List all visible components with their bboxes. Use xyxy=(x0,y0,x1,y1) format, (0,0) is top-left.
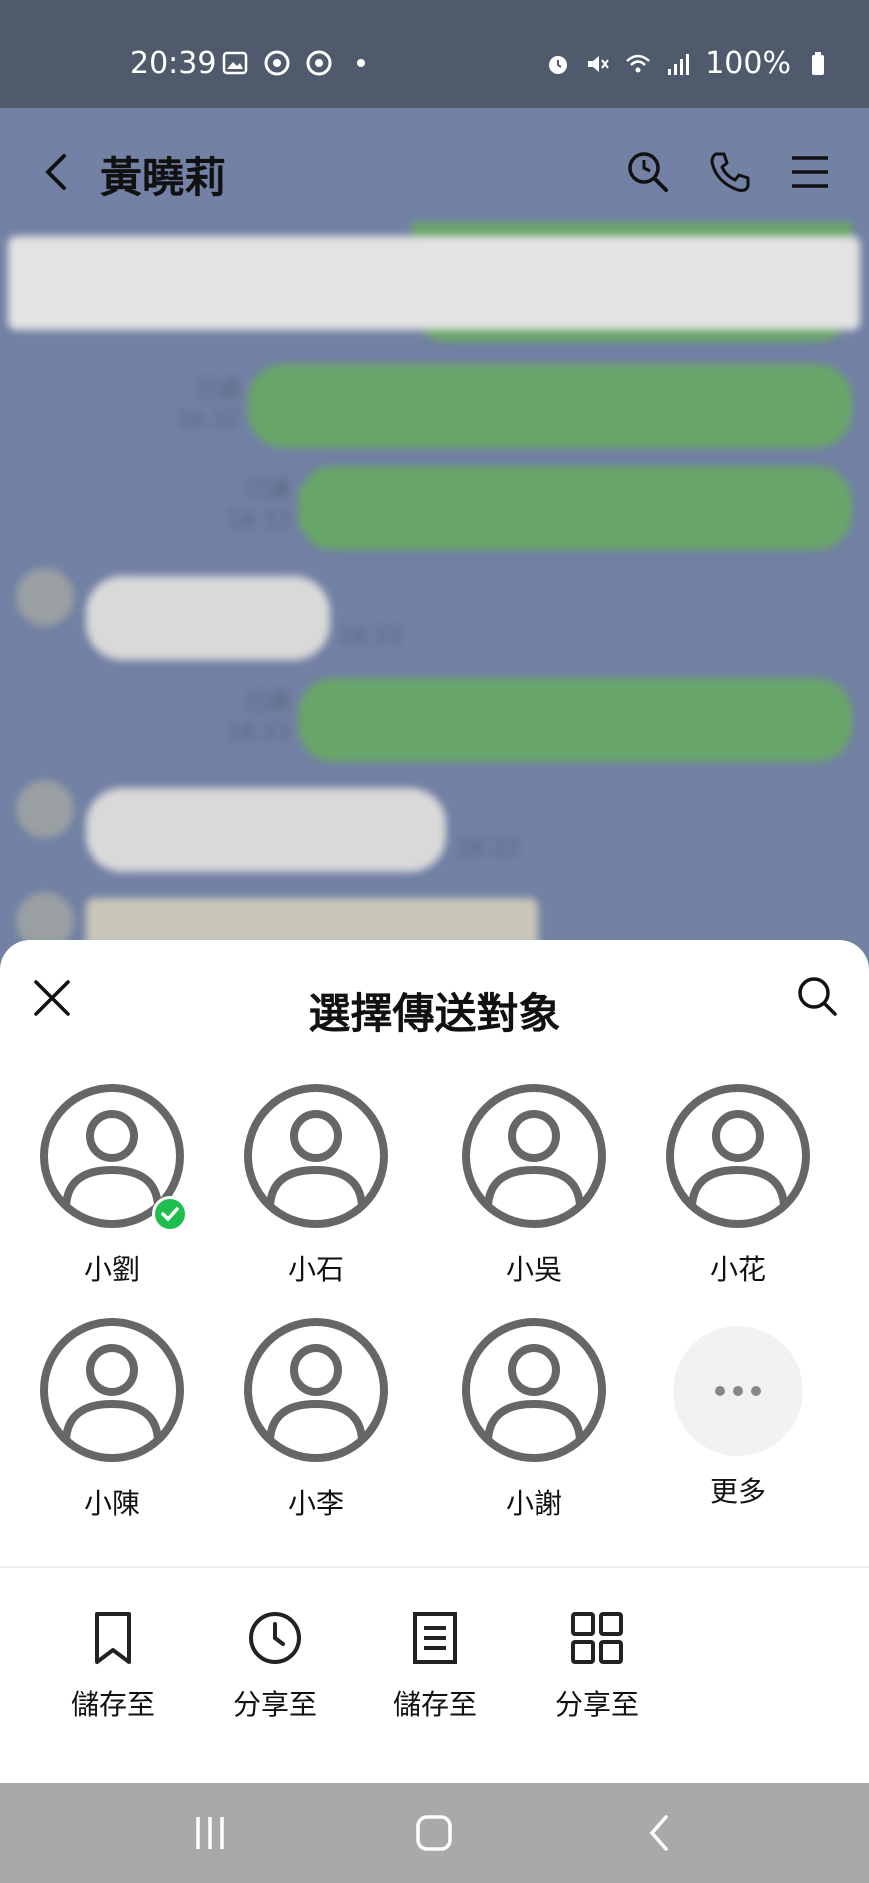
action-label: 儲存至 xyxy=(70,1688,155,1721)
search-icon[interactable] xyxy=(795,974,839,1018)
contact-item[interactable]: 小花 xyxy=(658,1082,818,1288)
action-label: 分享至 xyxy=(232,1688,317,1721)
contact-name: 小花 xyxy=(709,1253,766,1286)
selected-check-icon xyxy=(152,1196,188,1232)
chat-area: 已讀 16:32 已讀 16:33 16:33 已讀 16:33 16:33 xyxy=(0,222,869,958)
contact-item[interactable]: 小吳 xyxy=(454,1082,614,1288)
dot-icon xyxy=(357,59,365,67)
avatar xyxy=(664,1082,812,1230)
message-bubble xyxy=(298,678,852,762)
back-nav-icon[interactable] xyxy=(640,1813,680,1853)
contact-name: 小吳 xyxy=(505,1253,562,1286)
home-icon[interactable] xyxy=(414,1813,454,1853)
clock-icon xyxy=(249,1612,301,1664)
contact-name: 小李 xyxy=(287,1487,344,1520)
chat-header: 黃曉莉 xyxy=(0,108,869,228)
contact-name: 小謝 xyxy=(505,1487,562,1520)
share-sheet: 選擇傳送對象 小劉 小石 小吳 小花 小陳 小李 小謝 更多 儲存至 分享至 儲… xyxy=(0,940,869,1783)
announcement-bar[interactable] xyxy=(8,236,860,330)
system-nav-bar xyxy=(0,1783,869,1883)
action-share-apps[interactable]: 分享至 xyxy=(522,1610,672,1722)
status-time: 20:39 xyxy=(130,46,217,81)
wifi-icon xyxy=(626,54,651,72)
message-meta: 已讀 16:33 xyxy=(226,478,290,533)
back-icon[interactable] xyxy=(34,148,82,196)
avatar xyxy=(242,1316,390,1464)
action-save-keep[interactable]: 儲存至 xyxy=(38,1610,188,1722)
chat-title: 黃曉莉 xyxy=(100,153,227,202)
menu-icon[interactable] xyxy=(786,148,834,196)
action-label: 分享至 xyxy=(554,1688,639,1721)
mute-icon xyxy=(588,55,610,72)
person-icon xyxy=(462,1084,606,1228)
message-bubble xyxy=(248,364,852,448)
avatar xyxy=(38,1316,186,1464)
person-icon xyxy=(462,1318,606,1462)
battery-icon xyxy=(812,51,824,75)
avatar[interactable] xyxy=(16,780,74,838)
note-icon xyxy=(413,1612,457,1664)
contact-name: 小劉 xyxy=(83,1253,140,1286)
avatar[interactable] xyxy=(16,568,74,626)
message-bubble xyxy=(86,576,330,660)
person-icon xyxy=(244,1084,388,1228)
avatar xyxy=(38,1082,188,1232)
bookmark-icon xyxy=(95,1612,131,1664)
message-bubble xyxy=(86,788,446,872)
avatar xyxy=(242,1082,390,1230)
contact-item[interactable]: 小劉 xyxy=(32,1082,192,1288)
message-bubble xyxy=(298,466,852,550)
avatar xyxy=(460,1316,608,1464)
contact-item[interactable]: 小李 xyxy=(236,1316,396,1522)
phone-icon[interactable] xyxy=(706,148,754,196)
grid-icon xyxy=(571,1612,623,1664)
more-icon xyxy=(673,1326,803,1456)
avatar xyxy=(460,1082,608,1230)
contact-name: 小石 xyxy=(287,1253,344,1286)
action-share-timeline[interactable]: 分享至 xyxy=(200,1610,350,1722)
battery-percent: 100% xyxy=(705,46,791,81)
message-time: 16:33 xyxy=(338,624,402,649)
action-label: 儲存至 xyxy=(392,1688,477,1721)
contact-item[interactable]: 小謝 xyxy=(454,1316,614,1522)
more-contacts-button[interactable]: 更多 xyxy=(658,1316,818,1510)
chrome-icon xyxy=(264,50,290,76)
divider xyxy=(0,1566,869,1568)
search-history-icon[interactable] xyxy=(624,148,672,196)
chrome-icon xyxy=(306,50,332,76)
recent-apps-icon[interactable] xyxy=(190,1813,230,1853)
action-save-notes[interactable]: 儲存至 xyxy=(360,1610,510,1722)
more-label: 更多 xyxy=(709,1475,766,1508)
contact-item[interactable]: 小石 xyxy=(236,1082,396,1288)
contact-name: 小陳 xyxy=(83,1487,140,1520)
image-icon xyxy=(222,51,248,75)
message-time: 16:33 xyxy=(456,836,520,861)
message-meta: 已讀 16:32 xyxy=(176,378,240,433)
person-icon xyxy=(40,1318,184,1462)
alarm-icon xyxy=(549,55,568,74)
message-meta: 已讀 16:33 xyxy=(226,690,290,745)
contact-item[interactable]: 小陳 xyxy=(32,1316,192,1522)
person-icon xyxy=(244,1318,388,1462)
status-bar: 20:39 100% xyxy=(0,0,869,108)
signal-icon xyxy=(668,53,690,75)
sheet-title: 選擇傳送對象 xyxy=(308,989,561,1038)
person-icon xyxy=(666,1084,810,1228)
